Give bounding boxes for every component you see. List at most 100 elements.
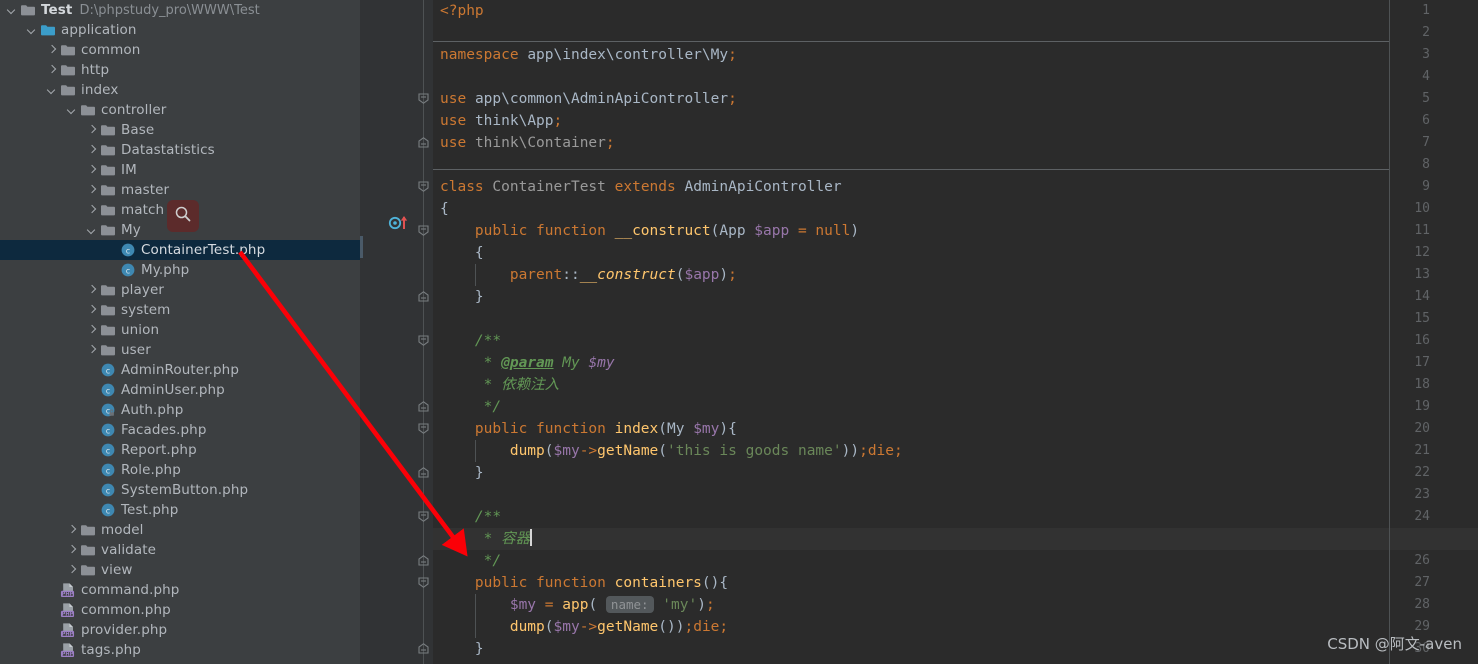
tree-folder-row[interactable]: common: [0, 40, 360, 60]
tree-folder-row[interactable]: Test D:\phpstudy_pro\WWW\Test: [0, 0, 360, 20]
code-line[interactable]: }: [433, 638, 1478, 660]
code-line[interactable]: [433, 308, 1478, 330]
chevron-right-icon[interactable]: [86, 285, 97, 296]
chevron-right-icon[interactable]: [66, 525, 77, 536]
tree-file-row[interactable]: PHP provider.php: [0, 620, 360, 640]
tree-file-row[interactable]: c AdminUser.php: [0, 380, 360, 400]
chevron-down-icon[interactable]: [46, 85, 57, 96]
code-line[interactable]: [433, 66, 1478, 88]
code-line[interactable]: use think\Container;: [433, 132, 1478, 154]
code-line[interactable]: [433, 484, 1478, 506]
code-line[interactable]: parent::__construct($app);: [433, 264, 1478, 286]
tree-folder-row[interactable]: master: [0, 180, 360, 200]
tree-folder-row[interactable]: union: [0, 320, 360, 340]
fold-toggle-icon[interactable]: [418, 462, 429, 484]
tree-folder-row[interactable]: validate: [0, 540, 360, 560]
code-line[interactable]: <?php: [433, 0, 1478, 22]
code-line[interactable]: * 依赖注入: [433, 374, 1478, 396]
chevron-right-icon[interactable]: [66, 545, 77, 556]
chevron-down-icon[interactable]: [6, 5, 17, 16]
code-line[interactable]: */: [433, 550, 1478, 572]
code-line[interactable]: dump($my->getName('this is goods name'))…: [433, 440, 1478, 462]
chevron-right-icon[interactable]: [86, 345, 97, 356]
tree-file-row[interactable]: c Auth.php: [0, 400, 360, 420]
tree-folder-row[interactable]: player: [0, 280, 360, 300]
code-line[interactable]: dump($my->getName());die;: [433, 616, 1478, 638]
project-tree-list[interactable]: Test D:\phpstudy_pro\WWW\Test application c…: [0, 0, 360, 664]
code-line[interactable]: }: [433, 462, 1478, 484]
chevron-right-icon[interactable]: [46, 45, 57, 56]
fold-toggle-icon[interactable]: [418, 572, 429, 594]
chevron-down-icon[interactable]: [26, 25, 37, 36]
tree-folder-row[interactable]: index: [0, 80, 360, 100]
gutter-override-marker[interactable]: [388, 212, 414, 234]
code-line[interactable]: /**: [433, 330, 1478, 352]
code-line[interactable]: }: [433, 286, 1478, 308]
code-editor[interactable]: 1 2 3 4 5 6 7 8 9 10 11 12 13 14 15 16 17 18 19 20 21 22 23 24 2…: [360, 0, 1478, 664]
tree-file-row[interactable]: c AdminRouter.php: [0, 360, 360, 380]
code-line[interactable]: namespace app\index\controller\My;: [433, 44, 1478, 66]
chevron-right-icon[interactable]: [86, 125, 97, 136]
tree-file-row[interactable]: c Test.php: [0, 500, 360, 520]
code-line[interactable]: /**: [433, 506, 1478, 528]
tree-folder-row[interactable]: user: [0, 340, 360, 360]
fold-toggle-icon[interactable]: [418, 550, 429, 572]
code-line[interactable]: public function containers(){: [433, 572, 1478, 594]
tree-search-popup[interactable]: [167, 200, 199, 232]
chevron-right-icon[interactable]: [86, 185, 97, 196]
code-line[interactable]: class ContainerTest extends AdminApiCont…: [433, 176, 1478, 198]
tree-file-row[interactable]: c Report.php: [0, 440, 360, 460]
tree-file-row[interactable]: c Role.php: [0, 460, 360, 480]
code-text-area[interactable]: <?php namespace app\index\controller\My; u…: [433, 0, 1478, 664]
tree-folder-row[interactable]: c: [0, 660, 360, 664]
fold-toggle-icon[interactable]: [418, 88, 429, 110]
fold-toggle-icon[interactable]: [418, 638, 429, 660]
tree-file-row[interactable]: c SystemButton.php: [0, 480, 360, 500]
code-line[interactable]: [433, 660, 1478, 664]
chevron-right-icon[interactable]: [86, 325, 97, 336]
code-line[interactable]: * 容器: [433, 528, 1478, 550]
code-line[interactable]: public function index(My $my){: [433, 418, 1478, 440]
tree-folder-row[interactable]: application: [0, 20, 360, 40]
tree-folder-row[interactable]: model: [0, 520, 360, 540]
tree-folder-row[interactable]: Datastatistics: [0, 140, 360, 160]
fold-toggle-icon[interactable]: [418, 396, 429, 418]
chevron-right-icon[interactable]: [86, 165, 97, 176]
tree-folder-row[interactable]: IM: [0, 160, 360, 180]
chevron-right-icon[interactable]: [66, 565, 77, 576]
fold-toggle-icon[interactable]: [418, 132, 429, 154]
tree-folder-row[interactable]: system: [0, 300, 360, 320]
fold-toggle-icon[interactable]: [418, 506, 429, 528]
chevron-down-icon[interactable]: [66, 105, 77, 116]
fold-toggle-icon[interactable]: [418, 220, 429, 242]
chevron-right-icon[interactable]: [46, 65, 57, 76]
tree-file-row[interactable]: PHP command.php: [0, 580, 360, 600]
tree-folder-row[interactable]: view: [0, 560, 360, 580]
chevron-right-icon[interactable]: [86, 305, 97, 316]
fold-toggle-icon[interactable]: [418, 330, 429, 352]
chevron-right-icon[interactable]: [86, 145, 97, 156]
tree-folder-row[interactable]: Base: [0, 120, 360, 140]
project-tree-panel[interactable]: Test D:\phpstudy_pro\WWW\Test application c…: [0, 0, 360, 664]
fold-toggle-icon[interactable]: [418, 176, 429, 198]
code-line[interactable]: * @param My $my: [433, 352, 1478, 374]
code-line[interactable]: public function __construct(App $app = n…: [433, 220, 1478, 242]
tree-file-row[interactable]: PHP tags.php: [0, 640, 360, 660]
tree-file-row[interactable]: c ContainerTest.php: [0, 240, 360, 260]
chevron-down-icon[interactable]: [86, 225, 97, 236]
fold-toggle-icon[interactable]: [418, 418, 429, 440]
code-line[interactable]: {: [433, 242, 1478, 264]
code-line[interactable]: [433, 154, 1478, 176]
tree-file-row[interactable]: PHP common.php: [0, 600, 360, 620]
fold-toggle-icon[interactable]: [418, 286, 429, 308]
code-line[interactable]: $my = app( name: 'my');: [433, 594, 1478, 616]
code-line[interactable]: */: [433, 396, 1478, 418]
tree-file-row[interactable]: c My.php: [0, 260, 360, 280]
tree-folder-row[interactable]: controller: [0, 100, 360, 120]
code-line[interactable]: {: [433, 198, 1478, 220]
tree-file-row[interactable]: c Facades.php: [0, 420, 360, 440]
tree-folder-row[interactable]: http: [0, 60, 360, 80]
chevron-right-icon[interactable]: [86, 205, 97, 216]
code-line[interactable]: use think\App;: [433, 110, 1478, 132]
code-line[interactable]: use app\common\AdminApiController;: [433, 88, 1478, 110]
